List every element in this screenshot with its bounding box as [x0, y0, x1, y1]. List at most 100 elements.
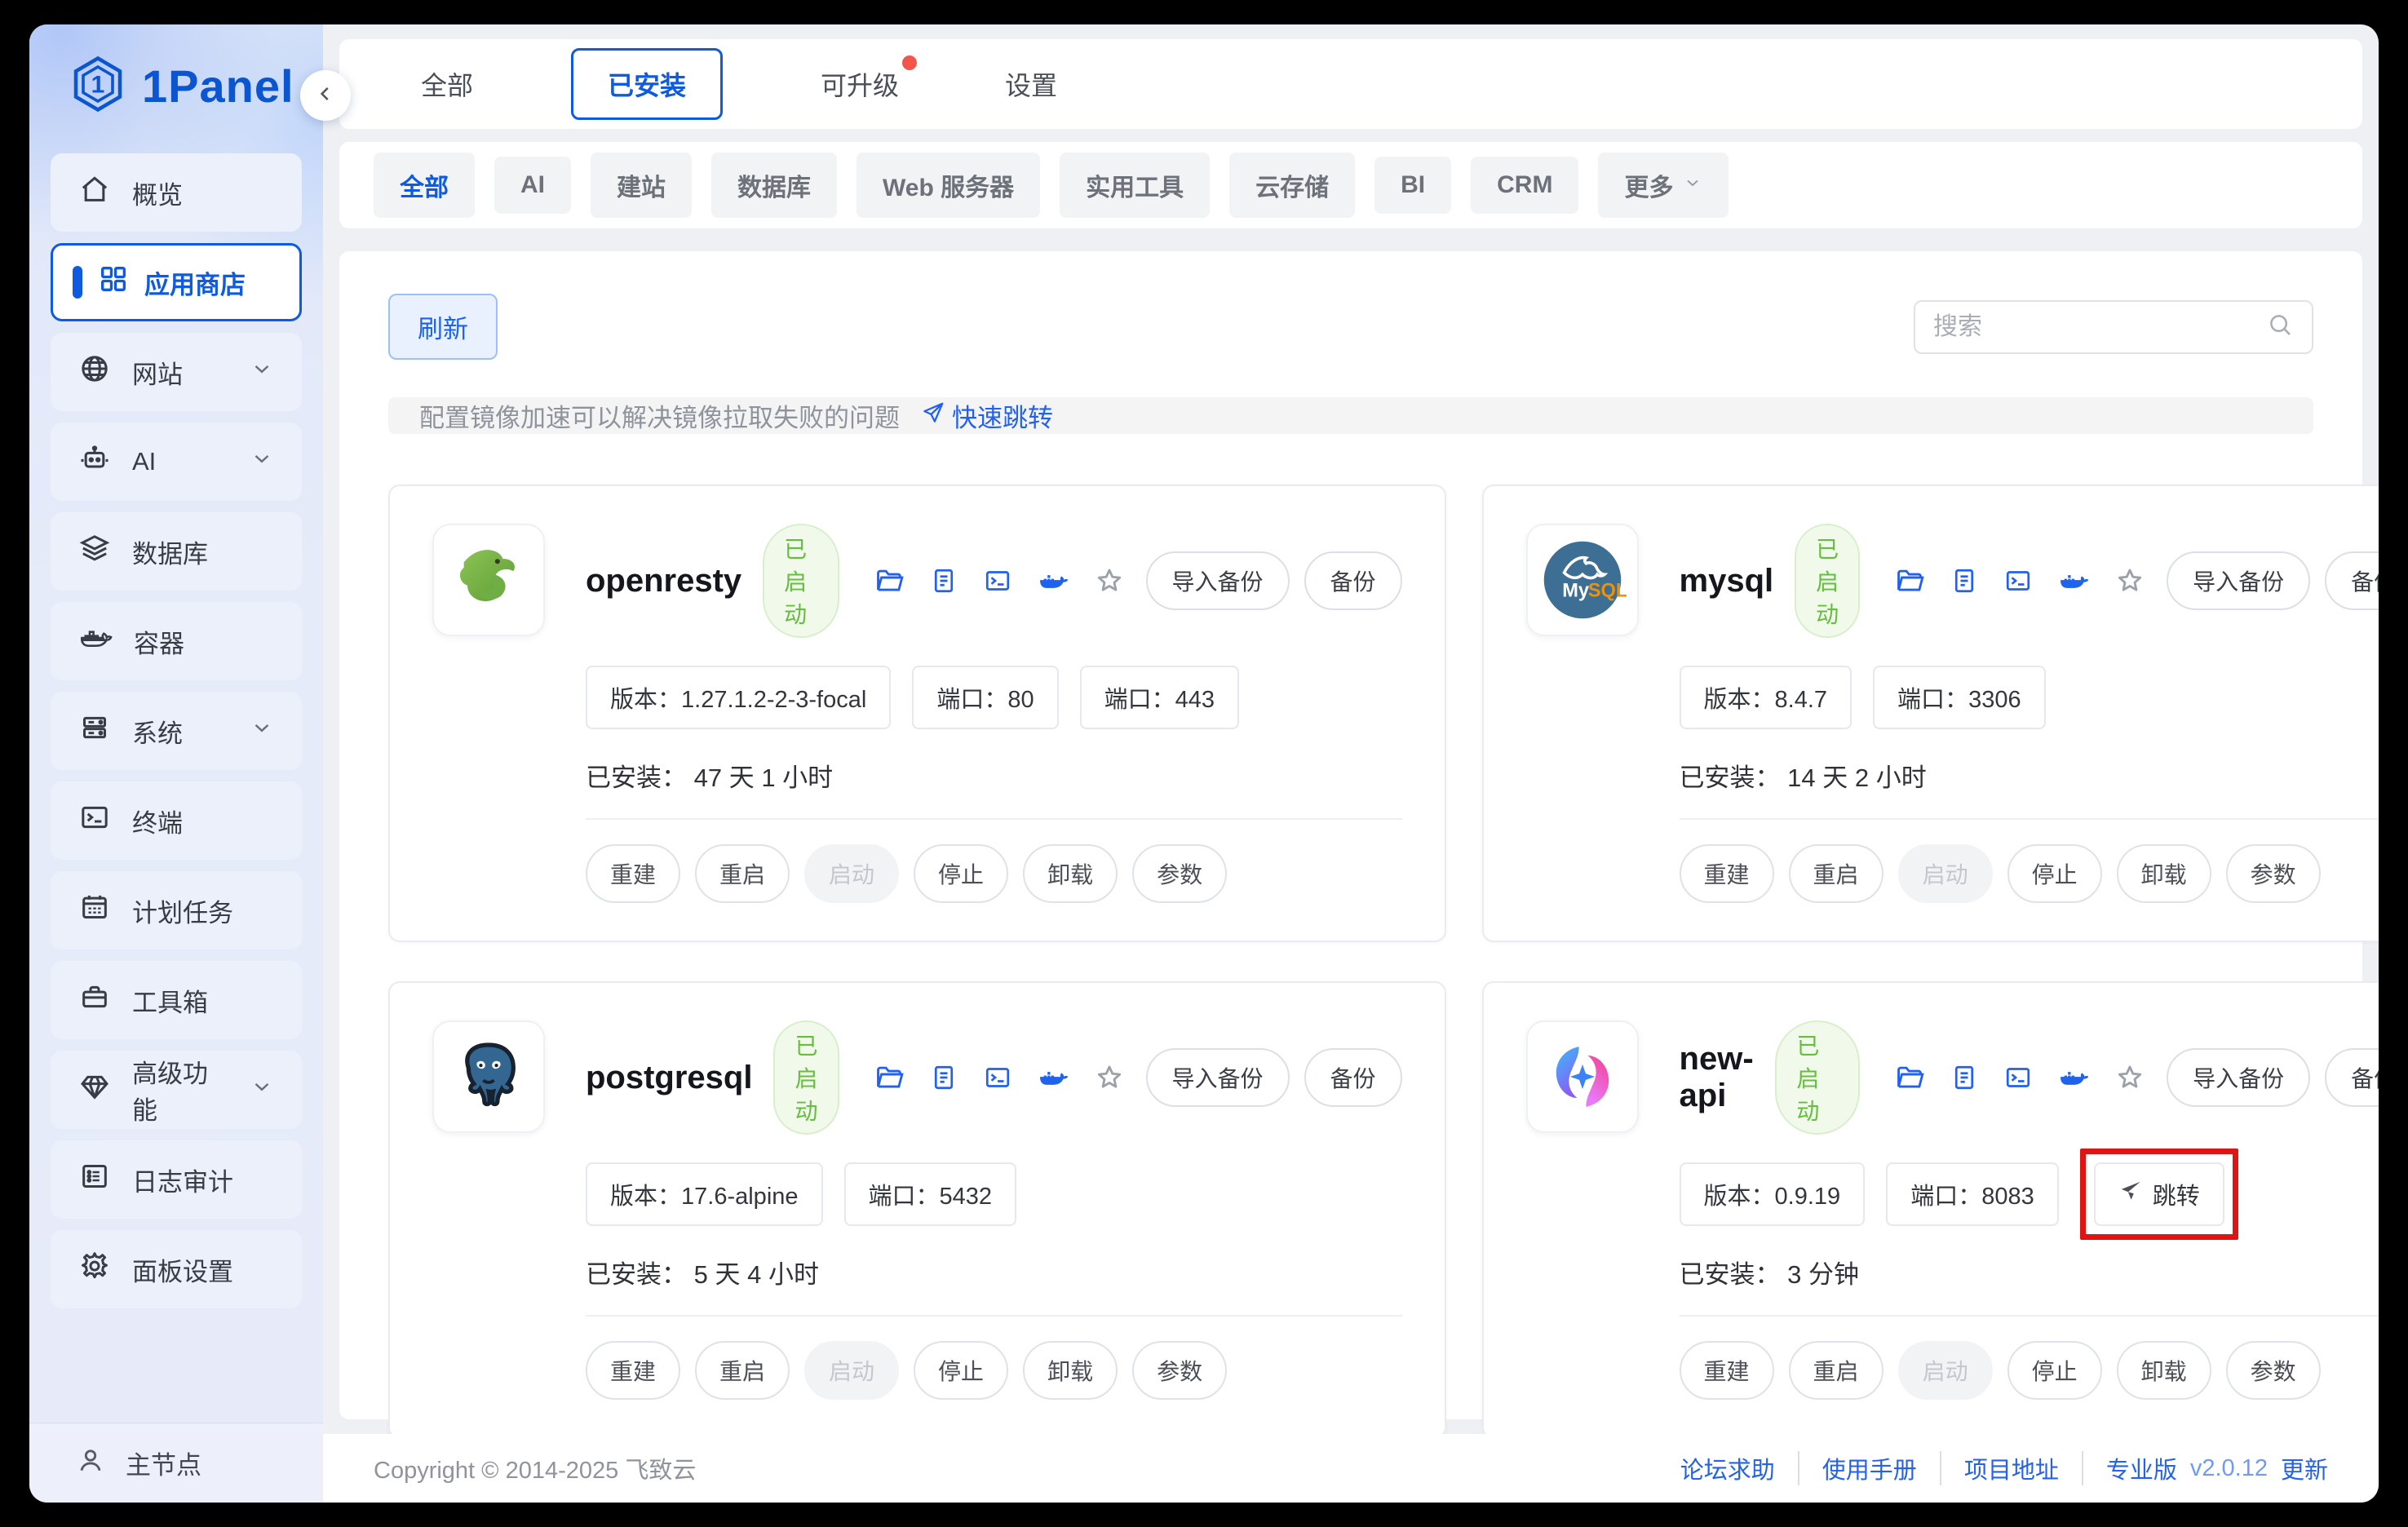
- rebuild-button[interactable]: 重建: [1680, 844, 1774, 903]
- sidebar-item-app-store[interactable]: 应用商店: [51, 243, 302, 321]
- chevron-down-icon: [250, 1074, 274, 1105]
- params-button[interactable]: 参数: [2226, 1341, 2321, 1400]
- forum-help-link[interactable]: 论坛求助: [1658, 1451, 1799, 1485]
- stop-button[interactable]: 停止: [2007, 1341, 2102, 1400]
- terminal-icon[interactable]: [2003, 1063, 2033, 1092]
- sidebar-item-website[interactable]: 网站: [51, 333, 302, 411]
- category-chip-tools[interactable]: 实用工具: [1060, 153, 1210, 218]
- port-value: 80: [1007, 687, 1034, 713]
- manual-link[interactable]: 使用手册: [1799, 1451, 1941, 1485]
- gear-icon: [78, 1250, 111, 1289]
- divider: [586, 1315, 1402, 1317]
- import-backup-button[interactable]: 导入备份: [1146, 1048, 1290, 1107]
- import-backup-button[interactable]: 导入备份: [2167, 1048, 2310, 1107]
- update-link[interactable]: 更新: [2281, 1451, 2328, 1485]
- params-button[interactable]: 参数: [1132, 844, 1227, 903]
- uninstall-button[interactable]: 卸载: [2117, 844, 2211, 903]
- import-backup-button[interactable]: 导入备份: [1146, 551, 1290, 610]
- category-chip-database[interactable]: 数据库: [711, 153, 837, 218]
- stop-button[interactable]: 停止: [914, 844, 1008, 903]
- folder-icon[interactable]: [1894, 1062, 1925, 1093]
- tab-settings[interactable]: 设置: [997, 51, 1065, 117]
- uninstall-button[interactable]: 卸载: [2117, 1341, 2211, 1400]
- sidebar-item-container[interactable]: 容器: [51, 602, 302, 680]
- sidebar-item-toolbox[interactable]: 工具箱: [51, 961, 302, 1039]
- rebuild-button[interactable]: 重建: [1680, 1341, 1774, 1400]
- folder-icon[interactable]: [1894, 565, 1925, 596]
- port-value: 3306: [1968, 687, 2021, 713]
- category-chip-cloudstorage[interactable]: 云存储: [1229, 153, 1355, 218]
- sidebar-collapse-button[interactable]: [300, 70, 351, 121]
- category-chip-more[interactable]: 更多: [1598, 153, 1729, 218]
- backup-button[interactable]: 备份: [2325, 551, 2379, 610]
- restart-button[interactable]: 重启: [1789, 1341, 1883, 1400]
- version-label[interactable]: v2.0.12: [2190, 1455, 2268, 1482]
- rebuild-button[interactable]: 重建: [586, 1341, 680, 1400]
- rebuild-button[interactable]: 重建: [586, 844, 680, 903]
- tab-installed[interactable]: 已安装: [571, 48, 723, 120]
- docker-icon[interactable]: [2057, 1061, 2090, 1094]
- file-icon[interactable]: [929, 566, 958, 595]
- restart-button[interactable]: 重启: [695, 844, 790, 903]
- pro-edition-link[interactable]: 专业版: [2106, 1451, 2177, 1485]
- category-chip-webserver[interactable]: Web 服务器: [857, 153, 1040, 218]
- sidebar-item-advanced[interactable]: 高级功能: [51, 1051, 302, 1129]
- terminal-icon[interactable]: [983, 1063, 1012, 1092]
- folder-icon[interactable]: [874, 565, 905, 596]
- tab-all[interactable]: 全部: [413, 51, 481, 117]
- search-icon[interactable]: [2266, 311, 2294, 343]
- backup-button[interactable]: 备份: [1304, 1048, 1402, 1107]
- star-icon[interactable]: [2114, 565, 2145, 596]
- installed-duration: 已安装： 47 天 1 小时: [586, 757, 1402, 794]
- star-icon[interactable]: [1094, 1062, 1125, 1093]
- tab-upgradable[interactable]: 可升级: [812, 51, 907, 117]
- terminal-icon[interactable]: [2003, 566, 2033, 595]
- uninstall-button[interactable]: 卸载: [1023, 844, 1118, 903]
- file-icon[interactable]: [929, 1063, 958, 1092]
- sidebar-item-ai[interactable]: AI: [51, 423, 302, 501]
- import-backup-button[interactable]: 导入备份: [2167, 551, 2310, 610]
- restart-button[interactable]: 重启: [695, 1341, 790, 1400]
- params-button[interactable]: 参数: [1132, 1341, 1227, 1400]
- file-icon[interactable]: [1950, 566, 1979, 595]
- list-toolbar: 刷新: [388, 294, 2313, 360]
- stop-button[interactable]: 停止: [2007, 844, 2102, 903]
- uninstall-button[interactable]: 卸载: [1023, 1341, 1118, 1400]
- category-chip-bi[interactable]: BI: [1374, 157, 1451, 214]
- category-chip-ai[interactable]: AI: [494, 157, 571, 214]
- jump-button[interactable]: 跳转: [2094, 1162, 2224, 1226]
- restart-button[interactable]: 重启: [1789, 844, 1883, 903]
- node-selector[interactable]: 主节点: [29, 1423, 323, 1503]
- docker-icon[interactable]: [1037, 564, 1069, 597]
- docker-icon[interactable]: [2057, 564, 2090, 597]
- sidebar-item-cron[interactable]: 计划任务: [51, 871, 302, 949]
- quick-jump-link[interactable]: 快速跳转: [921, 397, 1053, 434]
- category-chip-all[interactable]: 全部: [374, 153, 475, 218]
- sidebar-item-terminal[interactable]: 终端: [51, 781, 302, 860]
- file-icon[interactable]: [1950, 1063, 1979, 1092]
- star-icon[interactable]: [1094, 565, 1125, 596]
- sidebar-item-system[interactable]: 系统: [51, 692, 302, 770]
- category-chip-website[interactable]: 建站: [591, 153, 692, 218]
- sidebar-item-logs[interactable]: 日志审计: [51, 1140, 302, 1219]
- folder-icon[interactable]: [874, 1062, 905, 1093]
- version-value: 17.6-alpine: [681, 1184, 799, 1210]
- search-input[interactable]: [1933, 313, 2266, 341]
- sidebar-item-overview[interactable]: 概览: [51, 153, 302, 232]
- sidebar-item-database[interactable]: 数据库: [51, 512, 302, 591]
- project-link[interactable]: 项目地址: [1941, 1451, 2083, 1485]
- brand-logo[interactable]: 1 1Panel: [29, 24, 323, 147]
- backup-button[interactable]: 备份: [2325, 1048, 2379, 1107]
- sidebar-item-settings[interactable]: 面板设置: [51, 1230, 302, 1308]
- backup-button[interactable]: 备份: [1304, 551, 1402, 610]
- app-store-grid-icon: [97, 263, 130, 302]
- terminal-icon[interactable]: [983, 566, 1012, 595]
- docker-icon[interactable]: [1037, 1061, 1069, 1094]
- star-icon[interactable]: [2114, 1062, 2145, 1093]
- refresh-button[interactable]: 刷新: [388, 294, 498, 360]
- port-value: 5432: [940, 1184, 993, 1210]
- sidebar-menu: 概览 应用商店 网站 AI 数据库: [29, 147, 323, 1308]
- stop-button[interactable]: 停止: [914, 1341, 1008, 1400]
- params-button[interactable]: 参数: [2226, 844, 2321, 903]
- category-chip-crm[interactable]: CRM: [1471, 157, 1578, 214]
